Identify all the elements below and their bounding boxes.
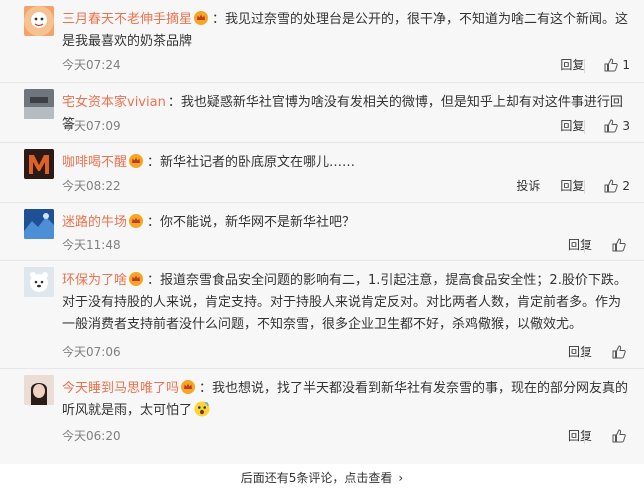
comment-item: 咖啡喝不醒 ：新华社记者的卧底原文在哪儿…… 今天08:22 投诉 回复 2 bbox=[0, 143, 644, 203]
comment-list: 三月春天不老伸手摘星 ：我见过奈雪的处理台是公开的，很干净，不知道为啥二有这个新闻… bbox=[0, 0, 644, 464]
comment-item: 迷路的牛场 ：你不能说，新华网不是新华社吧？ 今天11:48 回复 bbox=[0, 203, 644, 261]
reply-button[interactable]: 回复 bbox=[560, 117, 584, 134]
comment-item: 环保为了啥 ：报道奈雪食品安全问题的影响有二，1.引起注意，提高食品安全性；2.股… bbox=[0, 261, 644, 369]
load-more-label: 后面还有5条评论，点击查看 bbox=[240, 471, 393, 485]
action-divider bbox=[584, 430, 585, 444]
comment-body: ：你不能说，新华网不是新华社吧？ bbox=[147, 215, 356, 230]
thumb-up-icon bbox=[612, 344, 626, 358]
comment-actions: 投诉 回复 2 bbox=[496, 177, 630, 194]
avatar[interactable] bbox=[24, 6, 54, 36]
reply-button[interactable]: 回复 bbox=[568, 343, 592, 360]
avatar[interactable] bbox=[24, 267, 54, 297]
like-count: 1 bbox=[622, 57, 630, 72]
username-link[interactable]: 三月春天不老伸手摘星 bbox=[62, 12, 192, 27]
like-button[interactable] bbox=[612, 237, 630, 252]
avatar[interactable] bbox=[24, 89, 54, 119]
thumb-up-icon bbox=[604, 57, 619, 71]
reply-button[interactable]: 回复 bbox=[560, 177, 584, 194]
username-link[interactable]: 宅女资本家vivian bbox=[62, 95, 166, 110]
avatar[interactable] bbox=[24, 149, 54, 179]
like-count: 2 bbox=[622, 178, 630, 193]
crown-icon bbox=[129, 272, 144, 286]
crown-icon bbox=[181, 380, 196, 394]
like-button[interactable] bbox=[612, 344, 630, 359]
username-link[interactable]: 今天睡到马思唯了吗 bbox=[62, 381, 179, 396]
load-more-comments[interactable]: 后面还有5条评论，点击查看 › bbox=[0, 464, 644, 492]
action-divider bbox=[584, 346, 585, 360]
like-button[interactable]: 1 bbox=[604, 58, 630, 72]
comment-actions: 回复 bbox=[548, 236, 630, 253]
comment-time: 今天07:06 bbox=[62, 345, 121, 359]
comment-body: ：新华社记者的卧底原文在哪儿…… bbox=[147, 155, 356, 170]
comment-time: 今天11:48 bbox=[62, 238, 121, 252]
action-divider bbox=[584, 120, 585, 134]
comment-item: 今天睡到马思唯了吗 ：我也想说，找了半天都没看到新华社有发奈雪的事，现在的部分网友… bbox=[0, 369, 644, 464]
comment-text: 环保为了啥 ：报道奈雪食品安全问题的影响有二，1.引起注意，提高食品安全性；2.股… bbox=[62, 270, 630, 336]
username-link[interactable]: 咖啡喝不醒 bbox=[62, 155, 127, 170]
comment-time: 今天07:24 bbox=[62, 58, 121, 72]
like-button[interactable]: 2 bbox=[604, 179, 630, 193]
comment-item: 宅女资本家vivian ：我也疑惑新华社官博为啥没有发相关的微博，但是知乎上却有对… bbox=[0, 83, 644, 143]
like-count: 3 bbox=[622, 118, 630, 133]
thumb-up-icon bbox=[604, 118, 619, 132]
username-link[interactable]: 迷路的牛场 bbox=[62, 215, 127, 230]
action-divider bbox=[584, 59, 585, 73]
username-link[interactable]: 环保为了啥 bbox=[62, 273, 127, 288]
comment-text: 迷路的牛场 ：你不能说，新华网不是新华社吧？ bbox=[62, 212, 630, 234]
thumb-up-icon bbox=[612, 237, 626, 251]
action-divider bbox=[584, 180, 585, 194]
action-divider bbox=[584, 239, 585, 253]
reply-button[interactable]: 回复 bbox=[568, 236, 592, 253]
comment-text: 三月春天不老伸手摘星 ：我见过奈雪的处理台是公开的，很干净，不知道为啥二有这个新闻… bbox=[62, 9, 630, 53]
comment-actions: 回复 3 bbox=[540, 117, 630, 134]
comment-actions: 回复 1 bbox=[540, 56, 630, 73]
scared-emoji-icon bbox=[194, 401, 210, 417]
avatar[interactable] bbox=[24, 209, 54, 239]
comment-time: 今天06:20 bbox=[62, 429, 121, 443]
crown-icon bbox=[129, 154, 144, 168]
comment-time: 今天08:22 bbox=[62, 179, 121, 193]
chevron-right-icon: › bbox=[398, 471, 404, 485]
report-button[interactable]: 投诉 bbox=[516, 177, 540, 194]
comment-time: 今天07:09 bbox=[62, 119, 121, 133]
reply-button[interactable]: 回复 bbox=[568, 427, 592, 444]
crown-icon bbox=[194, 11, 209, 25]
comment-body: ：报道奈雪食品安全问题的影响有二，1.引起注意，提高食品安全性；2.股价下跌。对… bbox=[62, 273, 627, 332]
reply-button[interactable]: 回复 bbox=[560, 56, 584, 73]
comment-text: 咖啡喝不醒 ：新华社记者的卧底原文在哪儿…… bbox=[62, 152, 630, 174]
comment-actions: 回复 bbox=[548, 343, 630, 360]
like-button[interactable] bbox=[612, 428, 630, 443]
like-button[interactable]: 3 bbox=[604, 119, 630, 133]
avatar[interactable] bbox=[24, 375, 54, 405]
thumb-up-icon bbox=[612, 428, 626, 442]
comment-actions: 回复 bbox=[548, 427, 630, 444]
comment-text: 今天睡到马思唯了吗 ：我也想说，找了半天都没看到新华社有发奈雪的事，现在的部分网友… bbox=[62, 378, 630, 422]
crown-icon bbox=[129, 214, 144, 228]
comment-item: 三月春天不老伸手摘星 ：我见过奈雪的处理台是公开的，很干净，不知道为啥二有这个新闻… bbox=[0, 0, 644, 83]
thumb-up-icon bbox=[604, 178, 619, 192]
